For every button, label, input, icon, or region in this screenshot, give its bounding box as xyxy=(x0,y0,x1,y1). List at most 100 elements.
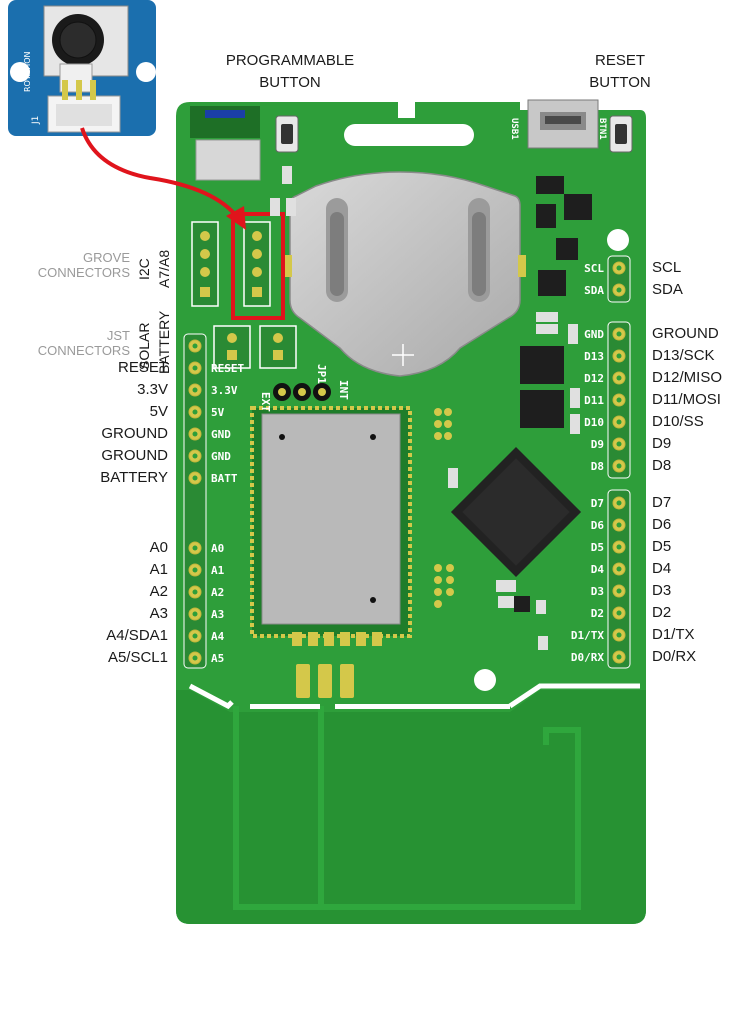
header-pin-hole xyxy=(616,331,622,337)
silk-pin-label: D13 xyxy=(584,350,604,363)
pin-label: D13/SCK xyxy=(652,347,715,364)
silk-pin-label: D2 xyxy=(591,607,604,620)
silk-pin-label: A1 xyxy=(211,564,225,577)
pin-label: RESET xyxy=(117,359,168,376)
pin-label: D2 xyxy=(652,604,672,621)
pin-label: 3.3V xyxy=(137,381,168,398)
pin-label: D11/MOSI xyxy=(652,391,721,408)
header-pin-hole xyxy=(192,567,198,573)
header-pin-hole xyxy=(192,343,198,349)
grove-connector-a7-a8 xyxy=(243,221,271,307)
silk-pin-label: 3.3V xyxy=(211,384,238,397)
header-pin-hole xyxy=(192,589,198,595)
caption-line: PROGRAMMABLE xyxy=(225,52,355,69)
silk-pin-label: A4 xyxy=(211,630,225,643)
silk-pin-label: A3 xyxy=(211,608,224,621)
silk-pin-label: SDA xyxy=(584,284,604,297)
silk-btn: BTN1 xyxy=(597,118,607,140)
pin-label: D0/RX xyxy=(652,648,697,665)
header-pin-hole xyxy=(192,387,198,393)
header-pin-hole xyxy=(616,566,622,572)
silk-pin-label: A2 xyxy=(211,586,224,599)
header-pin-hole xyxy=(192,453,198,459)
pin-label: A1 xyxy=(149,561,168,578)
header-pin-hole xyxy=(616,353,622,359)
silk-pin-label: D5 xyxy=(591,541,604,554)
pin-label: SCL xyxy=(652,259,682,276)
header-pin-hole xyxy=(616,522,622,528)
pin-label: D6 xyxy=(652,516,672,533)
reset-button xyxy=(609,115,633,153)
header-pin-hole xyxy=(192,409,198,415)
label-line: JST xyxy=(106,328,130,343)
module-connector-label: J1 xyxy=(31,116,41,125)
pin-label: 5V xyxy=(149,403,168,420)
reset-button-caption: RESET BUTTON xyxy=(570,50,670,94)
pin-label: D4 xyxy=(652,560,672,577)
header-pin-hole xyxy=(616,500,622,506)
header-pin-hole xyxy=(192,545,198,551)
header-pin-hole xyxy=(616,588,622,594)
silk-jp1: JP1 xyxy=(315,364,328,384)
silk-pin-label: A0 xyxy=(211,542,224,555)
silk-pin-label: GND xyxy=(211,428,231,441)
header-pin-hole xyxy=(616,544,622,550)
pin-label: D3 xyxy=(652,582,672,599)
silk-pin-label: 5V xyxy=(211,406,225,419)
header-pin-hole xyxy=(616,287,622,293)
silk-pin-label: A5 xyxy=(211,652,224,665)
pin-label: D10/SS xyxy=(652,413,704,430)
header-pin-hole xyxy=(616,397,622,403)
label-line: CONNECTORS xyxy=(37,265,130,280)
pin-label: D8 xyxy=(652,457,672,474)
caption-line: BUTTON xyxy=(259,74,321,91)
silk-pin-label: D3 xyxy=(591,585,604,598)
silk-pin-label: D11 xyxy=(584,394,604,407)
silk-pin-label: D8 xyxy=(591,460,604,473)
board-diagram: RESET 3.3V 5V GND GND BATT A0 A1 A2 A3 A4 A5 SCL SDA G… xyxy=(8,0,646,924)
grove-connectors-label: GROVE CONNECTORS xyxy=(0,250,130,280)
pin-label: BATTERY xyxy=(100,469,168,486)
silk-pin-label: GND xyxy=(584,328,604,341)
caption-line: RESET xyxy=(594,52,645,69)
header-pin-hole xyxy=(616,419,622,425)
silk-int: INT xyxy=(337,380,350,400)
pin-label: D9 xyxy=(652,435,672,452)
pin-label: A5/SCL1 xyxy=(107,649,168,666)
silk-pin-label: D6 xyxy=(591,519,605,532)
silk-ext: EXT xyxy=(259,392,272,412)
pin-label: GROUND xyxy=(652,325,719,342)
pin-label: A0 xyxy=(149,539,168,556)
pin-label: D1/TX xyxy=(652,626,695,643)
header-pin-hole xyxy=(192,475,198,481)
header-pin-hole xyxy=(192,431,198,437)
usb-connector xyxy=(527,99,599,149)
module-label: ROTATION xyxy=(23,51,32,92)
pin-label: GROUND xyxy=(101,425,168,442)
silk-pin-label: D1/TX xyxy=(571,629,604,642)
jp1-jumper xyxy=(273,383,331,401)
antenna-pads xyxy=(296,664,354,698)
radio-module xyxy=(250,406,412,646)
top-left-module xyxy=(190,106,261,181)
programmable-button-caption: PROGRAMMABLE BUTTON xyxy=(200,50,380,94)
label-line: CONNECTORS xyxy=(37,343,130,358)
label-line: GROVE xyxy=(83,250,130,265)
pin-label: D7 xyxy=(652,494,672,511)
jst-connector-battery xyxy=(259,325,297,369)
caption-line: BUTTON xyxy=(589,74,651,91)
jst-connectors-label: JST CONNECTORS xyxy=(0,328,130,358)
header-pin-hole xyxy=(616,654,622,660)
silk-pin-label: RESET xyxy=(211,362,244,375)
header-pin-hole xyxy=(616,610,622,616)
pin-label: A4/SDA1 xyxy=(106,627,168,644)
silk-pin-label: D12 xyxy=(584,372,604,385)
pin-label: A2 xyxy=(149,583,168,600)
header-pin-hole xyxy=(192,611,198,617)
silk-usb: USB1 xyxy=(509,118,519,140)
header-pin-hole xyxy=(192,633,198,639)
pin-label: A3 xyxy=(149,605,168,622)
header-pin-hole xyxy=(192,365,198,371)
silk-pin-label: D4 xyxy=(591,563,605,576)
silk-pin-label: SCL xyxy=(584,262,604,275)
